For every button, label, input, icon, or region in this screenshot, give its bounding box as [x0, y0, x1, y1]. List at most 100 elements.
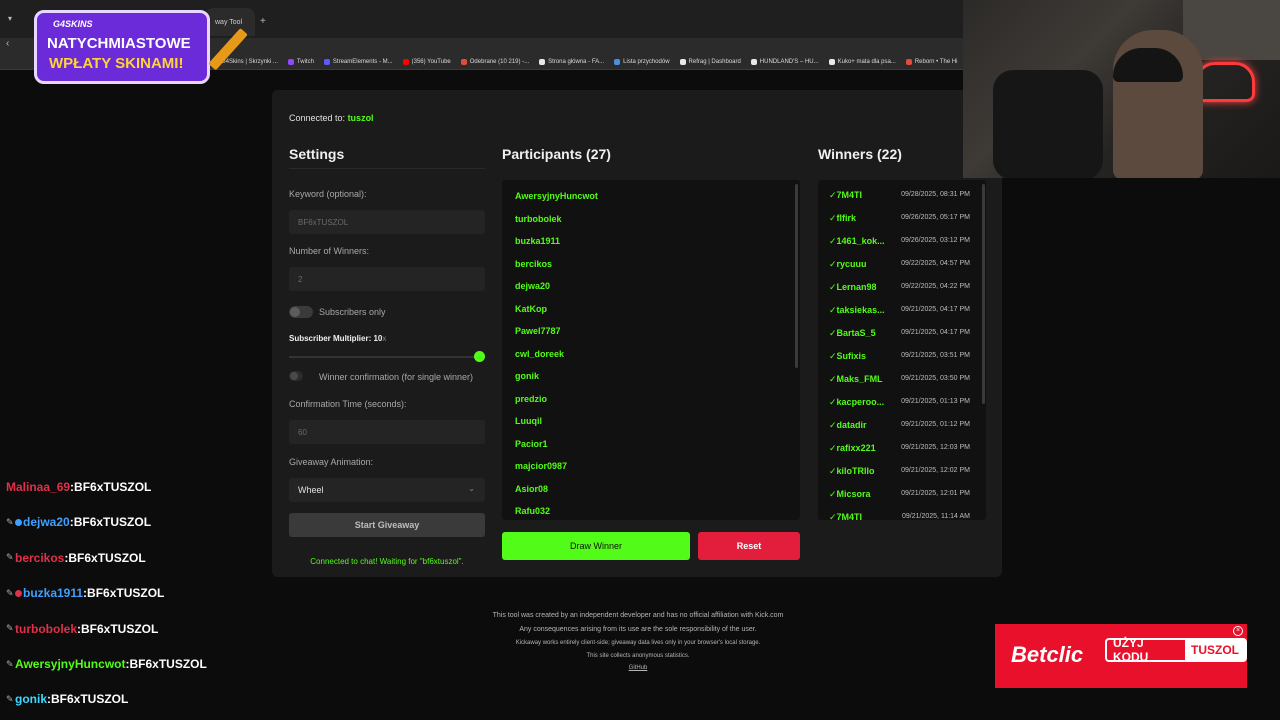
bookmark-item[interactable]: Strona główna - FA... — [539, 58, 604, 65]
check-icon: ✓ — [829, 190, 837, 200]
winner-date: 09/21/2025, 12:01 PM — [901, 490, 970, 497]
winner-name: ✓BartaS_5 — [829, 328, 876, 339]
confirmation-time-input[interactable]: 60 — [289, 420, 485, 444]
participant-item: Luuqil — [515, 416, 542, 426]
bookmark-item[interactable]: HUNDLAND'S – HU... — [750, 58, 819, 65]
participant-item: bercikos — [515, 258, 553, 269]
winner-name: ✓rycuuu — [829, 259, 867, 270]
check-icon: ✓ — [829, 466, 837, 476]
chat-username: AwersyjnyHuncwot — [15, 657, 126, 671]
bookmark-item[interactable]: Refrag | Dashboard — [679, 58, 741, 65]
draw-winner-button[interactable]: Draw Winner — [502, 532, 690, 560]
animation-select[interactable]: Wheel ⌄ — [289, 478, 485, 502]
participants-scrollbar[interactable] — [795, 184, 798, 368]
winner-row: ✓Micsora 09/21/2025, 12:01 PM — [818, 489, 978, 505]
winner-username: 1461_kok... — [836, 236, 885, 246]
winner-name: ✓flfirk — [829, 213, 856, 224]
chat-text: BF6xTUSZOL — [129, 657, 207, 671]
check-icon: ✓ — [829, 259, 837, 269]
chevron-down-icon[interactable]: ▾ — [4, 14, 16, 26]
winners-list[interactable]: ✓7M4TI 09/28/2025, 08:31 PM ✓flfirk 09/26/2… — [818, 180, 986, 520]
check-icon: ✓ — [829, 213, 837, 223]
winner-date: 09/21/2025, 12:02 PM — [901, 467, 970, 474]
bookmark-item[interactable]: StreamElements - M... — [323, 58, 393, 65]
chat-message: ✎ gonik: BF6xTUSZOL — [6, 691, 128, 707]
pencil-icon: ✎ — [6, 623, 14, 634]
check-icon: ✓ — [829, 420, 837, 430]
close-icon[interactable]: × — [1233, 626, 1243, 636]
winner-row: ✓7M4TI 09/28/2025, 08:31 PM — [818, 190, 978, 206]
subscribers-only-toggle[interactable] — [289, 306, 313, 318]
winner-name: ✓rafixx221 — [829, 443, 876, 454]
bookmark-favicon-icon — [539, 58, 546, 65]
participant-item: KatKop — [515, 303, 547, 314]
chat-message: ✎ AwersyjnyHuncwot: BF6xTUSZOL — [6, 656, 207, 672]
toggle-knob — [290, 372, 298, 380]
animation-label: Giveaway Animation: — [289, 457, 374, 467]
cta-text: UŻYJ KODU — [1113, 636, 1149, 664]
participants-list[interactable]: AwersyjnyHuncwot turbobolek buzka1911 berci… — [502, 180, 800, 520]
slider-handle[interactable] — [474, 351, 485, 362]
winner-name: ✓7M4TI — [829, 190, 862, 201]
bookmark-favicon-icon — [323, 58, 330, 65]
keyword-input[interactable]: BF6xTUSZOL — [289, 210, 485, 234]
footer-storage-note: Kickaway works entirely client-side; giv… — [515, 640, 761, 646]
winner-username: 7M4TI — [836, 512, 863, 520]
chat-username: buzka1911 — [23, 586, 84, 601]
bookmark-item[interactable]: (356) YouTube — [402, 58, 451, 65]
winner-row: ✓1461_kok... 09/26/2025, 03:12 PM — [818, 236, 978, 252]
badge-icon — [15, 589, 22, 597]
winner-row: ✓kacperoo... 09/21/2025, 01:13 PM — [818, 397, 978, 413]
new-tab-button[interactable]: + — [260, 16, 266, 27]
check-icon: ✓ — [829, 328, 837, 338]
pencil-icon: ✎ — [6, 552, 14, 563]
winner-name: ✓taksiekas... — [829, 305, 885, 316]
subscribers-only-label: Subscribers only — [319, 307, 386, 317]
winner-name: ✓Maks_FML — [829, 374, 883, 385]
winner-username: kiloTRllo — [836, 466, 875, 476]
bookmark-item[interactable]: Lista przychodów — [614, 58, 670, 65]
winners-scrollbar[interactable] — [982, 184, 985, 404]
bookmark-item[interactable]: Twitch — [287, 58, 314, 65]
multiplier-slider[interactable] — [289, 351, 485, 362]
keyword-label: Keyword (optional): — [289, 189, 367, 199]
start-giveaway-button[interactable]: Start Giveaway — [289, 513, 485, 537]
winners-count-label: Number of Winners: — [289, 246, 370, 256]
check-icon: ✓ — [829, 282, 837, 292]
back-icon[interactable]: ‹ — [6, 38, 9, 49]
check-icon: ✓ — [829, 374, 837, 384]
winner-row: ✓taksiekas... 09/21/2025, 04:17 PM — [818, 305, 978, 321]
bookmark-item[interactable]: Odebrane (10 219) -... — [460, 58, 529, 65]
bookmark-label: (356) YouTube — [411, 58, 451, 65]
bookmark-label: StreamElements - M... — [332, 58, 393, 65]
winner-row: ✓BartaS_5 09/21/2025, 04:17 PM — [818, 328, 978, 344]
winner-confirmation-label: Winner confirmation (for single winner) — [319, 372, 474, 382]
winner-row: ✓rafixx221 09/21/2025, 12:03 PM — [818, 443, 978, 459]
winner-username: Sufixis — [836, 351, 867, 361]
bookmark-item[interactable]: Kuko+ mata dla psa... — [828, 58, 896, 65]
winner-username: 7M4TI — [836, 190, 863, 200]
check-icon: ✓ — [829, 443, 837, 453]
bookmark-favicon-icon — [287, 58, 294, 65]
github-link[interactable]: GitHub — [400, 665, 876, 671]
badge-icon — [15, 518, 22, 526]
bookmark-label: Kuko+ mata dla psa... — [837, 58, 896, 65]
reset-button[interactable]: Reset — [698, 532, 800, 560]
bookmark-item[interactable]: Reborn • The Hi — [905, 58, 958, 65]
winner-row: ✓datadir 09/21/2025, 01:12 PM — [818, 420, 978, 436]
winner-date: 09/21/2025, 01:13 PM — [901, 398, 970, 405]
winners-title: Winners (22) — [818, 146, 902, 162]
multiplier-label-text: Subscriber Multiplier: — [289, 334, 372, 343]
winner-name: ✓Sufixis — [829, 351, 866, 362]
chevron-down-icon: ⌄ — [468, 484, 475, 493]
bookmark-favicon-icon — [750, 58, 757, 65]
winner-confirmation-toggle[interactable] — [289, 371, 303, 381]
winners-count-input[interactable]: 2 — [289, 267, 485, 291]
settings-title: Settings — [289, 146, 345, 162]
betclic-ad: Betclic UŻYJ KODU TUSZOL × — [995, 624, 1247, 688]
chat-status: Connected to chat! Waiting for "bf6xtusz… — [310, 557, 464, 566]
chat-message: ✎ bercikos: BF6xTUSZOL — [6, 550, 146, 566]
participant-item: cwl_doreek — [515, 348, 565, 359]
participant-item: Rafu032 — [515, 506, 551, 516]
browser-tab[interactable]: way Tool — [205, 8, 255, 36]
